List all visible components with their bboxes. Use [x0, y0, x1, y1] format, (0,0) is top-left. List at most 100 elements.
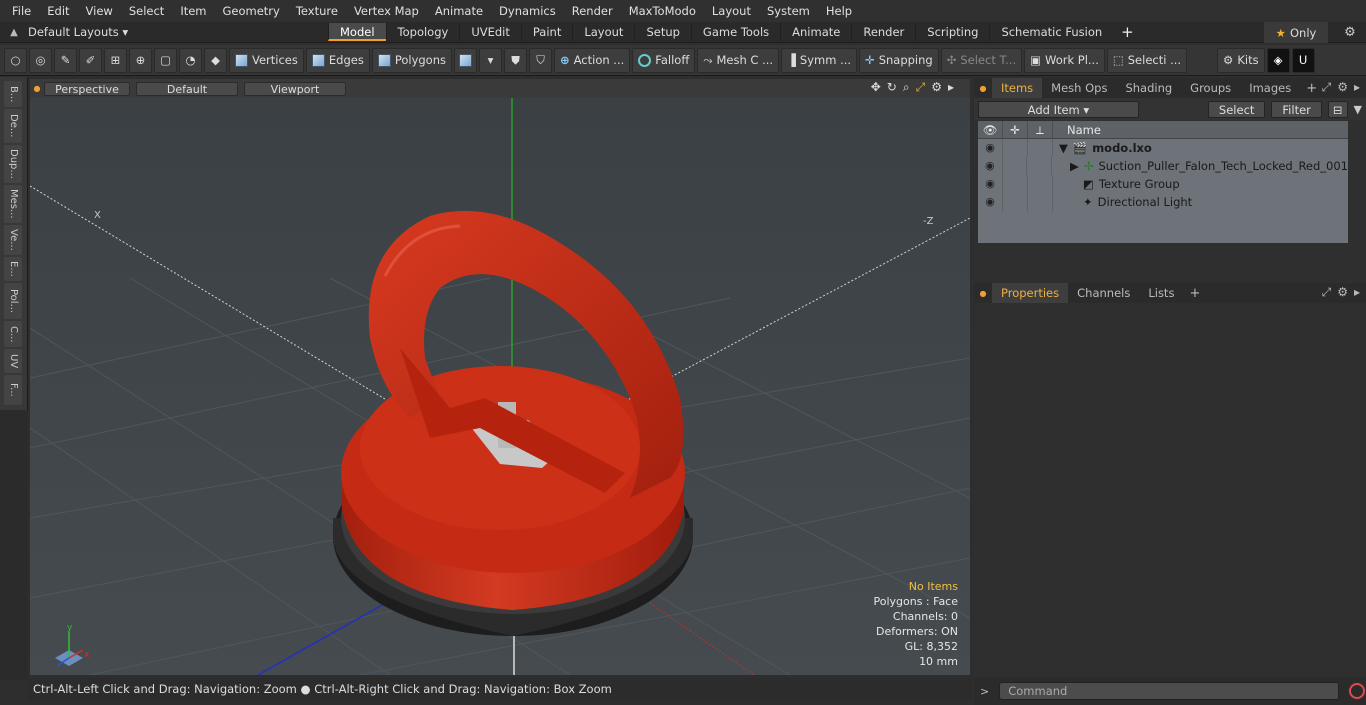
add-tab-icon[interactable]: +: [1300, 81, 1323, 96]
menu-help[interactable]: Help: [818, 0, 860, 22]
left-tab-deform[interactable]: De...: [4, 109, 22, 143]
zoom-view-icon[interactable]: ⌕: [903, 80, 910, 95]
properties-settings-icon[interactable]: ⚙: [1337, 285, 1348, 300]
mode-dropdown-icon[interactable]: ▾: [479, 47, 502, 73]
mode-tab-setup[interactable]: Setup: [634, 23, 690, 41]
action-center-button[interactable]: ⊕ Action ...: [554, 47, 631, 73]
mode-tab-schematic-fusion[interactable]: Schematic Fusion: [989, 23, 1113, 41]
menu-item[interactable]: Item: [172, 0, 214, 22]
rotate-icon[interactable]: ◔: [179, 47, 202, 73]
left-tab-curve[interactable]: C...: [4, 321, 22, 347]
only-toggle[interactable]: ★ Only: [1264, 22, 1328, 43]
menu-vertex-map[interactable]: Vertex Map: [346, 0, 427, 22]
mode-tab-uvedit[interactable]: UVEdit: [459, 23, 521, 41]
viewport-textures-button[interactable]: Viewport Textures: [244, 81, 346, 110]
funnel-icon[interactable]: ▼: [1354, 103, 1362, 116]
mesh-constraint-button[interactable]: ⤳ Mesh C ...: [697, 47, 780, 73]
left-tab-fusion[interactable]: F...: [4, 375, 22, 405]
mode-tab-topology[interactable]: Topology: [385, 23, 460, 41]
layout-selector[interactable]: Default Layouts ▾: [28, 25, 328, 39]
properties-menu-icon[interactable]: ●: [974, 289, 992, 298]
symmetry-button[interactable]: ▐ Symm ...: [781, 47, 858, 73]
properties-options-icon[interactable]: ▸: [1354, 285, 1360, 300]
edges-button[interactable]: Edges: [305, 47, 370, 73]
viewport-expand-icon[interactable]: ▸: [948, 80, 954, 95]
mode-tab-scripting[interactable]: Scripting: [915, 23, 989, 41]
menu-geometry[interactable]: Geometry: [215, 0, 288, 22]
unreal-icon[interactable]: U: [1291, 47, 1315, 73]
panel-options-icon[interactable]: ▸: [1354, 80, 1360, 95]
add-mode-icon[interactable]: +: [1113, 23, 1142, 41]
falloff-button[interactable]: Falloff: [632, 47, 696, 73]
menu-edit[interactable]: Edit: [39, 0, 77, 22]
globe-icon[interactable]: ◎: [29, 47, 52, 73]
menu-file[interactable]: File: [4, 0, 39, 22]
box-icon[interactable]: ▢: [154, 47, 177, 73]
left-tab-mesh-edit[interactable]: Mes...: [4, 185, 22, 223]
material-mode-icon[interactable]: [454, 47, 477, 73]
tab-lists[interactable]: Lists: [1139, 283, 1183, 303]
left-tab-uv[interactable]: UV: [4, 349, 22, 373]
tree-row-directional-light[interactable]: ◉ ✦ Directional Light: [978, 193, 1348, 211]
mode-tab-game-tools[interactable]: Game Tools: [690, 23, 780, 41]
lasso-icon[interactable]: ✎: [54, 47, 77, 73]
shading-default-button[interactable]: Default: [136, 81, 238, 96]
collapse-icon[interactable]: ⊟: [1327, 100, 1348, 118]
filter-button[interactable]: Filter: [1271, 100, 1322, 118]
tab-mesh-ops[interactable]: Mesh Ops: [1042, 78, 1116, 98]
gear-icon[interactable]: ⚙: [1338, 22, 1362, 43]
visibility-column-icon[interactable]: 👁: [978, 120, 1003, 139]
rotate-view-icon[interactable]: ↻: [887, 80, 897, 95]
render-column-icon[interactable]: ⟂: [1028, 120, 1053, 139]
tree-row-scene[interactable]: ◉ ▼ 🎬 modo.lxo: [978, 139, 1348, 157]
unity-icon[interactable]: ◈: [1266, 47, 1290, 73]
expand-triangle-icon[interactable]: ▼: [1059, 141, 1068, 155]
name-column-header[interactable]: Name: [1053, 123, 1101, 137]
viewport-settings-icon[interactable]: ⚙: [931, 80, 942, 95]
menu-system[interactable]: System: [759, 0, 818, 22]
collapsed-triangle-icon[interactable]: ▶: [1070, 159, 1079, 173]
fit-view-icon[interactable]: ⤢: [916, 80, 926, 95]
3d-viewport[interactable]: X -Z y x No Items Polygons : Face Channe…: [30, 98, 970, 675]
mode-tab-paint[interactable]: Paint: [520, 23, 572, 41]
eye-icon[interactable]: ◉: [978, 157, 1003, 175]
mode-tab-layout[interactable]: Layout: [572, 23, 634, 41]
add-item-button[interactable]: Add Item ▾: [978, 100, 1139, 118]
menu-maxtomodo[interactable]: MaxToModo: [621, 0, 704, 22]
move-view-icon[interactable]: ✥: [871, 80, 881, 95]
tab-shading[interactable]: Shading: [1116, 78, 1181, 98]
tab-images[interactable]: Images: [1240, 78, 1300, 98]
command-input[interactable]: Command: [999, 682, 1340, 700]
polygons-button[interactable]: Polygons: [371, 47, 452, 73]
kits-button[interactable]: ⚙ Kits: [1217, 47, 1265, 73]
eye-icon[interactable]: ◉: [978, 139, 1003, 157]
brush-icon[interactable]: ✐: [79, 47, 102, 73]
properties-expand-icon[interactable]: ⤢: [1322, 285, 1332, 300]
work-plane-button[interactable]: ▣ Work Pl...: [1024, 47, 1105, 73]
menu-select[interactable]: Select: [121, 0, 172, 22]
expand-panel-icon[interactable]: ⤢: [1322, 80, 1332, 95]
left-tab-polygon[interactable]: Pol...: [4, 283, 22, 319]
symmetry-shield-icon[interactable]: ⛊: [504, 47, 527, 73]
menu-render[interactable]: Render: [564, 0, 621, 22]
record-macro-icon[interactable]: [1349, 683, 1366, 699]
viewport-menu-dot-icon[interactable]: ●: [30, 84, 44, 93]
snapping-button[interactable]: ✛ Snapping: [859, 47, 939, 73]
menu-dynamics[interactable]: Dynamics: [491, 0, 564, 22]
mode-tab-render[interactable]: Render: [851, 23, 915, 41]
select-button[interactable]: Select: [1207, 100, 1266, 118]
select-circle-icon[interactable]: ○: [4, 47, 27, 73]
tab-properties[interactable]: Properties: [992, 283, 1069, 303]
eye-icon[interactable]: ◉: [978, 175, 1003, 193]
item-mode-icon[interactable]: ◆: [204, 47, 227, 73]
vertices-button[interactable]: Vertices: [229, 47, 304, 73]
tree-row-texture-group[interactable]: ◉ ◩ Texture Group: [978, 175, 1348, 193]
tab-items[interactable]: Items: [992, 78, 1043, 98]
left-tab-vertex[interactable]: Ve...: [4, 225, 22, 255]
transform-icon[interactable]: ⊞: [104, 47, 127, 73]
mode-tab-model[interactable]: Model: [328, 23, 386, 41]
tab-channels[interactable]: Channels: [1068, 283, 1139, 303]
eye-icon[interactable]: ◉: [978, 193, 1003, 211]
panel-settings-icon[interactable]: ⚙: [1337, 80, 1348, 95]
wire-shield-icon[interactable]: ⛉: [529, 47, 552, 73]
